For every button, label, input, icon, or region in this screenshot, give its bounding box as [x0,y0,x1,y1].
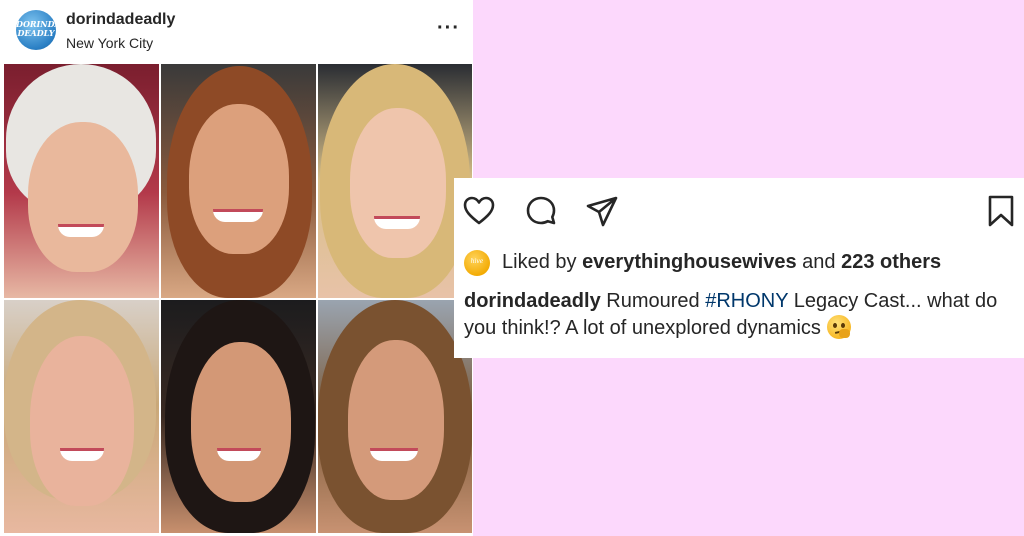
instagram-post: DORINDA DEADLY dorindadeadly New York Ci… [0,0,473,536]
thinking-face-icon [826,314,851,339]
liker-avatar[interactable]: hive [464,250,490,276]
likes-row: hive Liked by everythinghousewives and 2… [464,250,1024,276]
share-icon[interactable] [585,194,619,228]
likes-text[interactable]: Liked by everythinghousewives and 223 ot… [502,251,941,274]
post-header: DORINDA DEADLY dorindadeadly New York Ci… [0,0,473,62]
collage-photo-2 [161,64,316,298]
caption-username[interactable]: dorindadeadly [464,290,601,312]
collage-photo-4 [4,300,159,533]
likes-count[interactable]: 223 others [841,251,941,273]
liker-avatar-text: hive [470,258,484,265]
collage-photo-3 [318,64,472,298]
collage-photo-5 [161,300,316,533]
photo-collage[interactable] [4,64,472,534]
post-username[interactable]: dorindadeadly [66,11,175,29]
post-location[interactable]: New York City [66,35,153,51]
avatar-logo-text: DORINDA DEADLY [16,19,56,38]
caption-hashtag[interactable]: #RHONY [705,290,788,312]
comment-icon[interactable] [524,194,558,228]
profile-avatar[interactable]: DORINDA DEADLY [16,10,56,50]
heart-icon[interactable] [462,194,496,228]
likes-middle: and [796,251,842,273]
post-caption: dorindadeadly Rumoured #RHONY Legacy Cas… [464,288,1014,342]
collage-photo-6 [318,300,472,533]
caption-text-before: Rumoured [600,290,706,312]
post-actions-card: hive Liked by everythinghousewives and 2… [454,178,1024,358]
likes-prefix: Liked by [502,251,583,273]
collage-photo-1 [4,64,159,298]
likes-user[interactable]: everythinghousewives [582,251,797,273]
bookmark-icon[interactable] [984,194,1018,228]
more-options-icon[interactable]: ··· [437,18,459,40]
